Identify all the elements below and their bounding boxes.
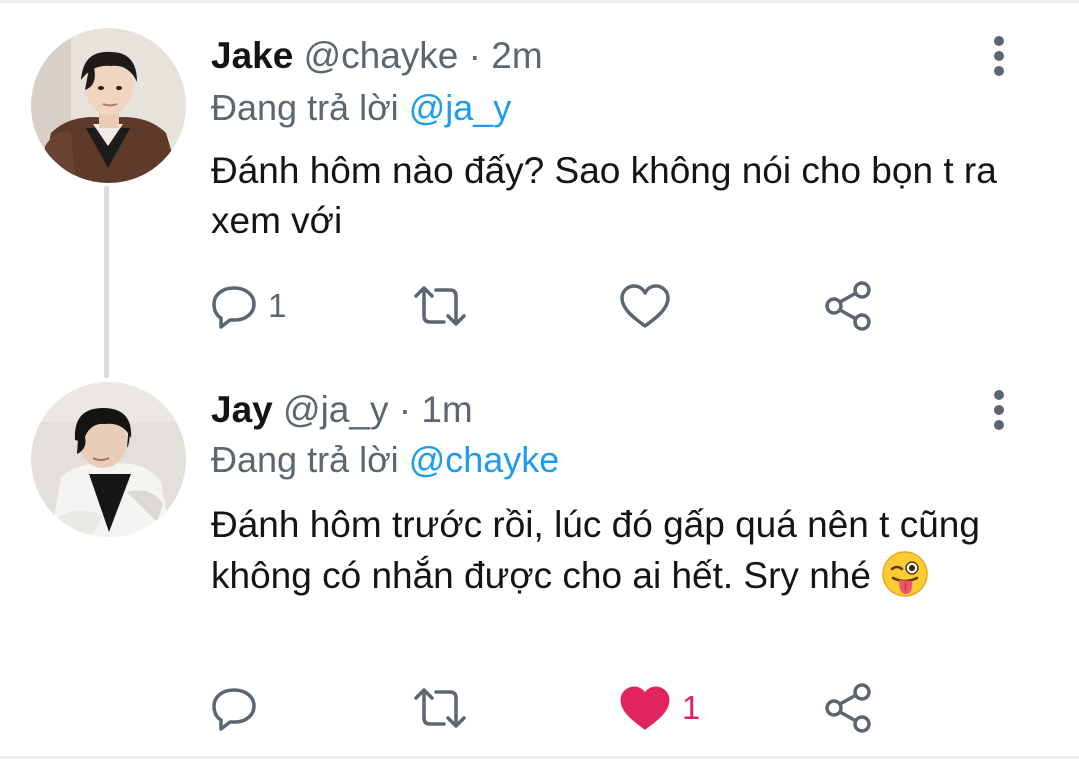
heart-filled-icon <box>620 686 670 730</box>
winking-face-with-tongue-emoji <box>881 550 929 598</box>
display-name[interactable]: Jay <box>211 389 273 430</box>
retweet-icon <box>414 286 466 326</box>
share-icon <box>825 683 871 733</box>
retweet-button[interactable] <box>410 678 480 738</box>
reply-count: 1 <box>268 287 287 324</box>
separator-dot: · <box>468 35 481 76</box>
replying-to-label: Đang trả lời <box>211 439 399 480</box>
replying-to-mention[interactable]: @chayke <box>409 439 560 480</box>
like-count: 1 <box>682 689 701 726</box>
avatar[interactable] <box>31 382 186 537</box>
tweet-text-content: Đánh hôm nào đấy? Sao không nói cho bọn … <box>211 150 997 241</box>
tweet[interactable]: Jay @ja_y · 1m Đang trả lời @chayke Đánh… <box>0 372 1079 756</box>
tweet-text-content: Đánh hôm trước rồi, lúc đó gấp quá nên t… <box>211 504 980 596</box>
more-vertical-icon <box>994 390 1004 430</box>
tweet-actions: 1 <box>0 678 1079 738</box>
reply-button[interactable] <box>210 678 268 738</box>
user-handle[interactable]: @ja_y <box>283 389 388 430</box>
reply-button[interactable]: 1 <box>210 276 286 336</box>
timestamp[interactable]: 1m <box>421 389 472 430</box>
separator-dot: · <box>398 389 412 430</box>
tweet-text: Đánh hôm nào đấy? Sao không nói cho bọn … <box>211 146 1031 246</box>
replying-to-mention[interactable]: @ja_y <box>409 87 512 128</box>
replying-to: Đang trả lời @ja_y <box>211 86 511 130</box>
heart-icon <box>620 284 670 328</box>
retweet-button[interactable] <box>410 276 480 336</box>
reply-icon <box>212 286 256 329</box>
tweet-text: Đánh hôm trước rồi, lúc đó gấp quá nên t… <box>211 500 1031 601</box>
retweet-icon <box>414 688 466 728</box>
more-vertical-icon <box>994 36 1004 76</box>
share-button[interactable] <box>822 678 876 738</box>
tweet-header: Jake @chayke · 2m <box>211 34 543 78</box>
share-icon <box>825 281 871 331</box>
like-button[interactable] <box>618 276 682 336</box>
reply-icon <box>212 688 256 731</box>
display-name[interactable]: Jake <box>211 35 293 76</box>
timestamp[interactable]: 2m <box>491 35 542 76</box>
more-options-button[interactable] <box>984 34 1014 78</box>
replying-to: Đang trả lời @chayke <box>211 438 559 482</box>
tweet[interactable]: Jake @chayke · 2m Đang trả lời @ja_y Đán… <box>0 0 1079 372</box>
share-button[interactable] <box>822 276 876 336</box>
like-button[interactable]: 1 <box>618 678 700 738</box>
tweet-header: Jay @ja_y · 1m <box>211 388 473 432</box>
avatar[interactable] <box>31 28 186 183</box>
replying-to-label: Đang trả lời <box>211 87 399 128</box>
more-options-button[interactable] <box>984 388 1014 432</box>
user-handle[interactable]: @chayke <box>304 35 459 76</box>
tweet-actions: 1 <box>0 276 1079 336</box>
